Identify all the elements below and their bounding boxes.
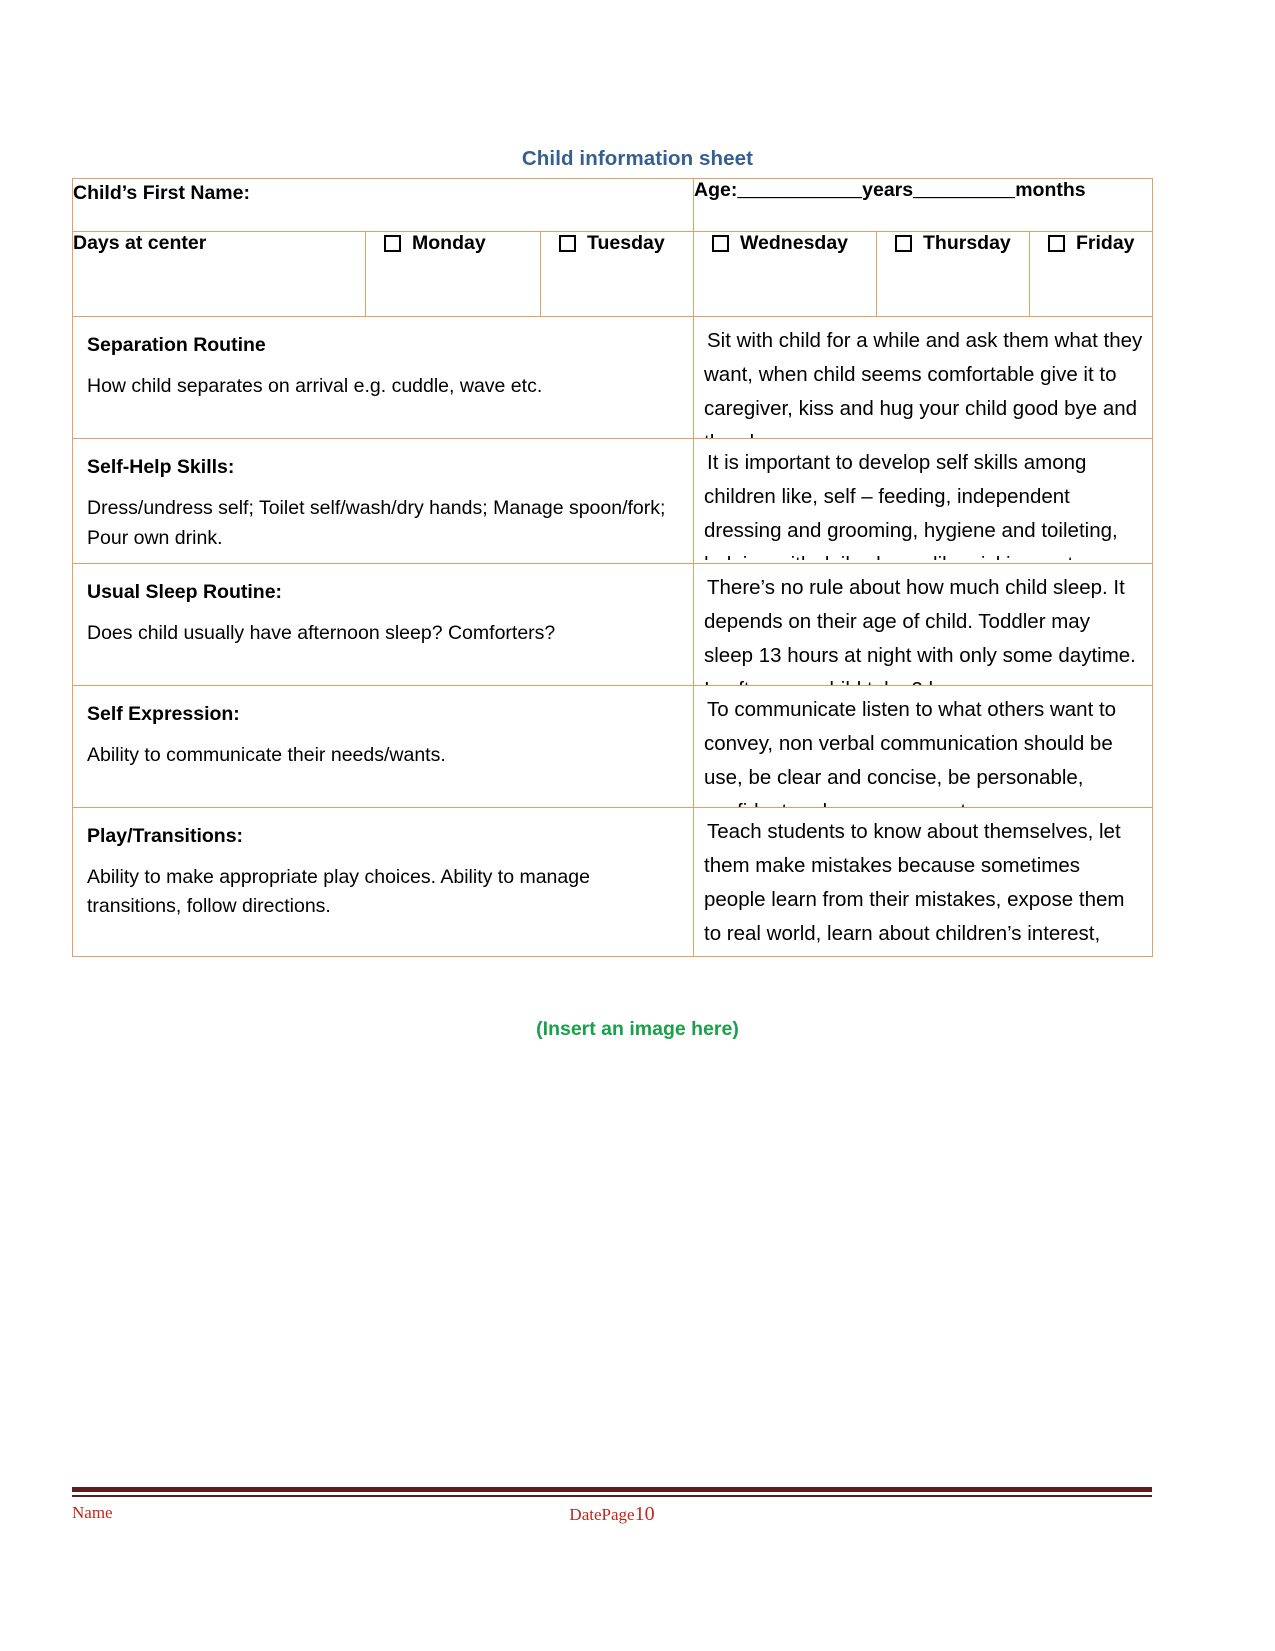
footer-page-number: 10: [634, 1503, 655, 1525]
separation-routine-description: How child separates on arrival e.g. cudd…: [87, 375, 543, 398]
age-label: Age:: [694, 179, 738, 202]
day-cell-monday[interactable]: Monday: [365, 231, 541, 317]
checkbox-icon-thursday[interactable]: [895, 235, 912, 252]
footer-rule-thick: [72, 1487, 1152, 1492]
self-help-skills-description: Dress/undress self; Toilet self/wash/dry…: [87, 497, 666, 549]
self-help-skills-answer-cell[interactable]: It is important to develop self skills a…: [692, 438, 1154, 564]
page-title: Child information sheet: [521, 147, 754, 170]
age-months-unit: months: [1015, 179, 1086, 202]
separation-routine-answer: Sit with child for a while and ask them …: [704, 329, 1143, 438]
day-cell-friday[interactable]: Friday: [1028, 231, 1154, 317]
separation-routine-heading: Separation Routine: [87, 334, 266, 356]
child-information-table: Child’s First Name: Age:___________years…: [72, 178, 1154, 957]
day-cell-tuesday[interactable]: Tuesday: [540, 231, 694, 317]
table-row-separation-routine: Separation Routine How child separates o…: [72, 316, 1154, 439]
day-label-monday: Monday: [412, 232, 486, 255]
footer-rule-thin: [72, 1495, 1152, 1497]
day-label-tuesday: Tuesday: [587, 232, 665, 255]
play-transitions-answer: Teach students to know about themselves,…: [704, 819, 1125, 945]
checkbox-icon-wednesday[interactable]: [712, 235, 729, 252]
separation-routine-answer-cell[interactable]: Sit with child for a while and ask them …: [692, 316, 1154, 439]
table-row-self-help-skills: Self-Help Skills: Dress/undress self; To…: [72, 438, 1154, 564]
age-months-blank[interactable]: _________: [913, 180, 1015, 202]
play-transitions-description: Ability to make appropriate play choices…: [87, 866, 590, 918]
child-name-label: Child’s First Name:: [73, 182, 250, 204]
page-footer: Name DatePage10: [72, 1503, 1152, 1529]
play-transitions-prompt-cell: Play/Transitions: Ability to make approp…: [72, 806, 694, 957]
usual-sleep-routine-answer-cell[interactable]: There’s no rule about how much child sle…: [692, 562, 1154, 686]
age-years-unit: years: [862, 179, 914, 202]
self-help-skills-heading: Self-Help Skills:: [87, 456, 235, 478]
self-help-skills-prompt-cell: Self-Help Skills: Dress/undress self; To…: [72, 438, 694, 564]
self-expression-answer-cell[interactable]: To communicate listen to what others wan…: [692, 684, 1154, 808]
insert-image-placeholder: (Insert an image here): [536, 1018, 739, 1040]
checkbox-icon-friday[interactable]: [1048, 235, 1065, 252]
checkbox-icon-monday[interactable]: [384, 235, 401, 252]
table-row-play-transitions: Play/Transitions: Ability to make approp…: [72, 806, 1154, 957]
day-cell-thursday[interactable]: Thursday: [876, 231, 1030, 317]
day-label-thursday: Thursday: [923, 232, 1011, 255]
checkbox-icon-tuesday[interactable]: [559, 235, 576, 252]
document-page: Child information sheet Child’s First Na…: [0, 0, 1275, 1651]
child-name-cell[interactable]: Child’s First Name:: [72, 178, 694, 232]
self-expression-answer: To communicate listen to what others wan…: [704, 697, 1117, 807]
usual-sleep-routine-answer: There’s no rule about how much child sle…: [704, 575, 1136, 685]
age-cell[interactable]: Age:___________years_________months: [692, 178, 1154, 232]
day-cell-wednesday[interactable]: Wednesday: [693, 231, 877, 317]
separation-routine-prompt-cell: Separation Routine How child separates o…: [72, 316, 694, 439]
footer-date-page: DatePage10: [72, 1503, 1152, 1526]
table-row-self-expression: Self Expression: Ability to communicate …: [72, 684, 1154, 808]
footer-date-page-label: DatePage: [569, 1505, 635, 1524]
days-at-center-label: Days at center: [72, 231, 366, 317]
usual-sleep-routine-prompt-cell: Usual Sleep Routine: Does child usually …: [72, 562, 694, 686]
self-help-skills-answer: It is important to develop self skills a…: [704, 451, 1118, 560]
table-row-days-at-center: Days at center Monday Tuesday Wednesday …: [72, 231, 1154, 317]
table-row-usual-sleep-routine: Usual Sleep Routine: Does child usually …: [72, 562, 1154, 686]
table-row-name-age: Child’s First Name: Age:___________years…: [72, 178, 1154, 232]
age-years-blank[interactable]: ___________: [737, 180, 862, 202]
play-transitions-answer-cell[interactable]: Teach students to know about themselves,…: [692, 806, 1154, 957]
self-expression-description: Ability to communicate their needs/wants…: [87, 744, 446, 767]
usual-sleep-routine-description: Does child usually have afternoon sleep?…: [87, 622, 556, 645]
day-label-wednesday: Wednesday: [740, 232, 849, 255]
play-transitions-heading: Play/Transitions:: [87, 824, 244, 847]
day-label-friday: Friday: [1076, 232, 1135, 255]
usual-sleep-routine-heading: Usual Sleep Routine:: [87, 580, 283, 603]
age-field-line: Age:___________years_________months: [694, 179, 1152, 203]
self-expression-heading: Self Expression:: [87, 702, 240, 725]
self-expression-prompt-cell: Self Expression: Ability to communicate …: [72, 684, 694, 808]
